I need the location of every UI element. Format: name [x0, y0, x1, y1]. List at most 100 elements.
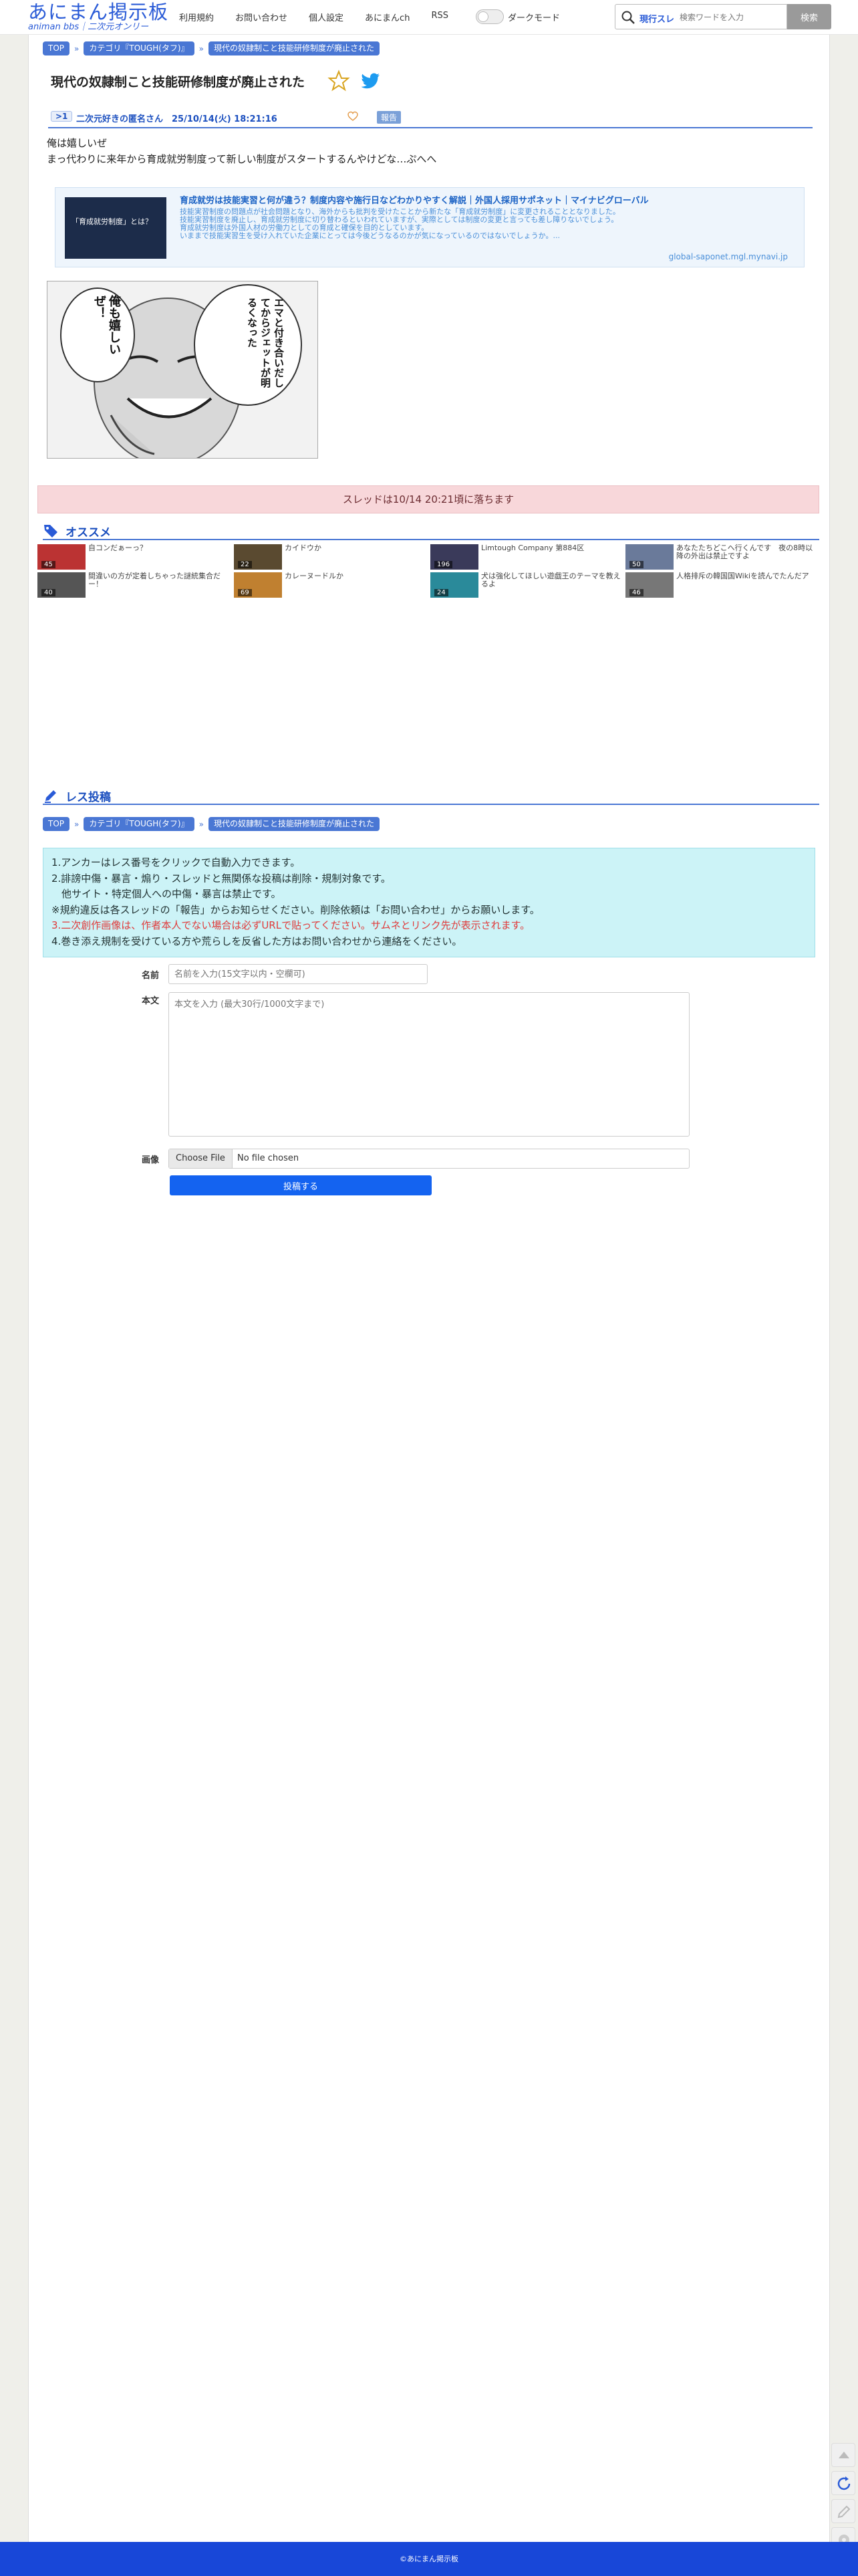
rule-line: 1.アンカーはレス番号をクリックで自動入力できます。 [51, 856, 301, 868]
reply-count: 69 [238, 589, 252, 596]
post-line: まっ代わりに来年から育成就労制度って新しい制度がスタートするんやけどな…ぷへへ [47, 153, 437, 165]
post-meta: 二次元好きの匿名さん 25/10/14(火) 18:21:16 [76, 114, 277, 124]
top-bar: あにまん掲示板 animan bbs｜二次元オンリー 利用規約 お問い合わせ 個… [0, 0, 858, 35]
recommend-item[interactable]: 40 間違いの方が定着しちゃった謎統集合だー！ [37, 572, 231, 598]
body-label: 本文 [142, 996, 160, 1006]
link-preview-domain: global-saponet.mgl.mynavi.jp [668, 252, 788, 261]
nav-settings[interactable]: 個人設定 [309, 11, 343, 23]
search-scope[interactable]: 現行スレ [639, 12, 674, 25]
nav-animanch[interactable]: あにまんch [365, 11, 410, 23]
reload-icon [837, 2476, 851, 2490]
scroll-top-button[interactable] [831, 2443, 855, 2467]
nav-contact[interactable]: お問い合わせ [235, 11, 287, 23]
heart-icon[interactable] [347, 111, 358, 122]
name-field[interactable] [168, 964, 428, 984]
name-label: 名前 [142, 971, 160, 981]
recommend-item[interactable]: 196 Limtough Company 第884区 [430, 544, 624, 570]
image-file-input[interactable]: Choose File No file chosen [168, 1149, 690, 1169]
twitter-icon[interactable] [360, 71, 381, 91]
nav-rss[interactable]: RSS [431, 11, 448, 23]
write-button[interactable] [831, 2499, 855, 2523]
reply-count: 24 [434, 589, 448, 596]
reply-count: 196 [434, 561, 453, 568]
rule-line: 他サイト・特定個人への中傷・暴言は禁止です。 [51, 888, 281, 900]
reply-count: 40 [41, 589, 55, 596]
reply-count: 50 [629, 561, 644, 568]
recommend-title[interactable]: カレーヌードルか [285, 572, 425, 580]
thumbnail-caption: 「育成就労制度」とは？ [72, 217, 152, 226]
breadcrumb-top[interactable]: TOP [43, 41, 70, 55]
speech-bubble-left: 俺も嬉しいぜ！ [92, 295, 121, 355]
search-box: 現行スレ [615, 4, 787, 29]
breadcrumb-sep: » [74, 43, 80, 53]
footer: ©あにまん掲示板 [0, 2542, 858, 2576]
recommend-thumbnail: 69 [234, 572, 282, 598]
recommend-title[interactable]: 人格排斥の韓国国Wikiを読んでたんだア [676, 572, 817, 580]
reply-count: 46 [629, 589, 644, 596]
breadcrumb-top[interactable]: TOP [43, 817, 70, 831]
star-icon[interactable] [327, 70, 350, 92]
recommend-item[interactable]: 22 カイドウか [234, 544, 428, 570]
dark-mode-label: ダークモード [508, 13, 561, 23]
logo-main-text: あにまん掲示板 [28, 1, 169, 23]
recommend-thumbnail: 24 [430, 572, 478, 598]
pencil-icon [837, 2505, 851, 2519]
recommend-title: オススメ [65, 526, 111, 540]
search-input[interactable] [680, 9, 785, 25]
breadcrumb-current[interactable]: 現代の奴隷制こと技能研修制度が廃止された [208, 817, 380, 831]
tag-icon [44, 525, 57, 538]
recommend-thumbnail: 46 [625, 572, 674, 598]
posting-rules: 1.アンカーはレス番号をクリックで自動入力できます。 2.誹謗中傷・暴言・煽り・… [43, 848, 815, 957]
rule-line: 2.誹謗中傷・暴言・煽り・スレッドと無関係な投稿は削除・規制対象です。 [51, 872, 391, 885]
post-header: >1 二次元好きの匿名さん 25/10/14(火) 18:21:16 報告 [48, 110, 813, 128]
recommend-title[interactable]: あなたたちどこへ行くんです 夜の8時以降の外出は禁止ですよ [676, 544, 817, 560]
recommend-thumbnail: 22 [234, 544, 282, 570]
logo-sub-text: animan bbs｜二次元オンリー [28, 22, 149, 32]
body-textarea[interactable] [168, 992, 690, 1137]
dark-mode-toggle[interactable] [476, 9, 504, 24]
submit-post-button[interactable]: 投稿する [170, 1175, 432, 1195]
toggle-knob [478, 11, 488, 22]
speech-bubble-right: エマと付き合いだしてからジェットが明るくなった [246, 298, 285, 388]
link-preview-card[interactable]: 「育成就労制度」とは？ 育成就労は技能実習と何が違う？制度内容や施行日などわかり… [55, 187, 805, 267]
recommend-title[interactable]: カイドウか [285, 544, 425, 552]
image-label: 画像 [142, 1155, 160, 1165]
reload-button[interactable] [831, 2471, 855, 2495]
no-file-text: No file chosen [237, 1153, 299, 1163]
link-preview-thumbnail: 「育成就労制度」とは？ [65, 197, 166, 259]
reply-count: 22 [238, 561, 252, 568]
site-logo[interactable]: あにまん掲示板 animan bbs｜二次元オンリー [28, 1, 168, 33]
recommend-title[interactable]: 犬は強化してほしい遊戯王のテーマを教えるよ [481, 572, 621, 588]
recommend-item[interactable]: 45 自コンだぁーっ？ [37, 544, 231, 570]
res-number[interactable]: >1 [51, 111, 73, 122]
breadcrumb-category[interactable]: カテゴリ『TOUGH(タフ)』 [84, 41, 194, 55]
post-image[interactable]: 俺も嬉しいぜ！ エマと付き合いだしてからジェットが明るくなった [47, 281, 318, 459]
link-preview-title[interactable]: 育成就労は技能実習と何が違う？制度内容や施行日などわかりやすく解説｜外国人採用サ… [180, 193, 649, 206]
pencil-icon [45, 790, 56, 803]
recommend-grid: 45 自コンだぁーっ？ 22 カイドウか 196 Limtough Company 第88… [37, 544, 819, 602]
breadcrumb-category[interactable]: カテゴリ『TOUGH(タフ)』 [84, 817, 194, 831]
search-icon [621, 11, 635, 24]
post-form-heading: レス投稿 [43, 786, 819, 805]
recommend-title[interactable]: Limtough Company 第884区 [481, 544, 621, 552]
breadcrumb-current[interactable]: 現代の奴隷制こと技能研修制度が廃止された [208, 41, 380, 55]
recommend-item[interactable]: 69 カレーヌードルか [234, 572, 428, 598]
recommend-thumbnail: 196 [430, 544, 478, 570]
rule-line-warning: 3.二次創作画像は、作者本人でない場合は必ずURLで貼ってください。サムネとリン… [51, 919, 531, 931]
recommend-item[interactable]: 46 人格排斥の韓国国Wikiを読んでたんだア [625, 572, 819, 598]
recommend-thumbnail: 50 [625, 544, 674, 570]
recommend-item[interactable]: 24 犬は強化してほしい遊戯王のテーマを教えるよ [430, 572, 624, 598]
search-button[interactable]: 検索 [787, 4, 831, 29]
choose-file-button[interactable]: Choose File [169, 1149, 233, 1168]
reply-count: 45 [41, 561, 55, 568]
recommend-thumbnail: 40 [37, 572, 86, 598]
nav-terms[interactable]: 利用規約 [179, 11, 214, 23]
rule-line: ※規約違反は各スレッドの「報告」からお知らせください。削除依頼は「お問い合わせ」… [51, 903, 540, 916]
recommend-title[interactable]: 間違いの方が定着しちゃった謎統集合だー！ [88, 572, 229, 588]
main-nav: 利用規約 お問い合わせ 個人設定 あにまんch RSS [179, 11, 470, 23]
recommend-title[interactable]: 自コンだぁーっ？ [88, 544, 229, 552]
report-button[interactable]: 報告 [377, 111, 402, 124]
breadcrumb-sep: » [74, 819, 80, 829]
recommend-thumbnail: 45 [37, 544, 86, 570]
recommend-item[interactable]: 50 あなたたちどこへ行くんです 夜の8時以降の外出は禁止ですよ [625, 544, 819, 570]
